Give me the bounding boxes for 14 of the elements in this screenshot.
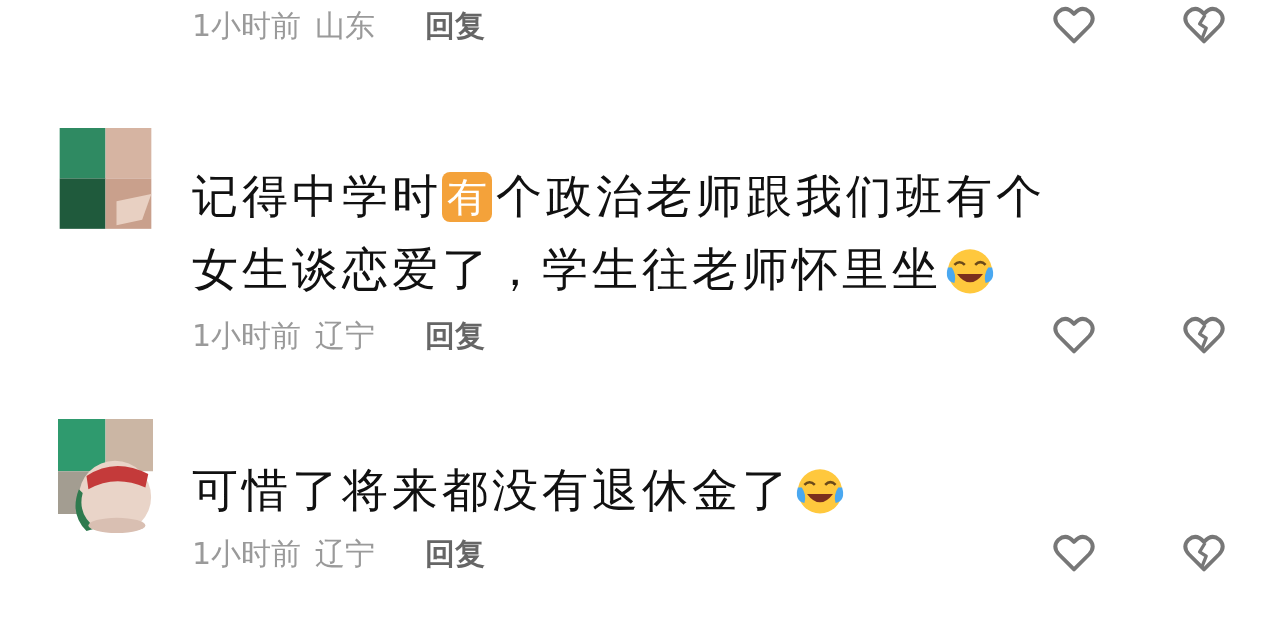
reply-button[interactable]: 回复 [425, 5, 486, 47]
comment-time: 1小时前 [192, 534, 302, 573]
comment-location: 辽宁 [315, 316, 376, 355]
comment-text: 女生谈恋爱了，学生往老师怀里坐 [192, 241, 942, 298]
reply-button[interactable]: 回复 [425, 315, 486, 357]
comment-time: 1小时前 [192, 6, 302, 45]
comment-text: 可惜了将来都没有退休金了 [192, 462, 792, 519]
keyword-badge: 有 [442, 171, 492, 222]
comment-text: 个政治老师跟我们班有个 [496, 168, 1046, 225]
comment-time: 1小时前 [192, 316, 302, 355]
comment-location: 辽宁 [315, 534, 376, 573]
comment-location: 山东 [315, 6, 376, 45]
comment-text: 记得中学时 [192, 168, 442, 225]
reply-button[interactable]: 回复 [425, 533, 486, 575]
